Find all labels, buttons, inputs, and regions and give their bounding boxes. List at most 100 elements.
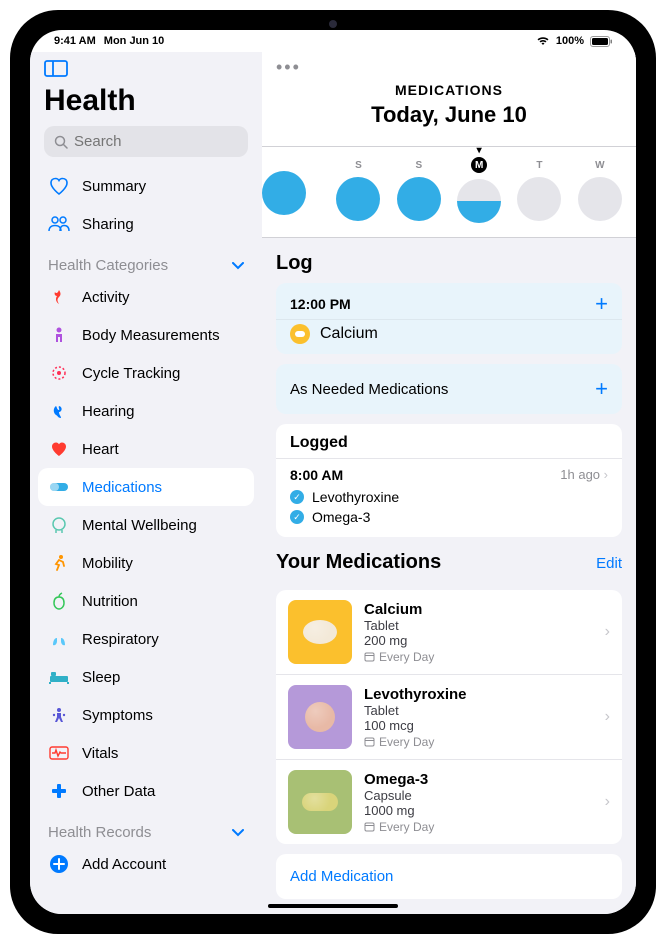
- more-icon[interactable]: •••: [276, 57, 301, 78]
- logged-card[interactable]: Logged 8:00 AM 1h ago › ✓Levothyroxine✓O…: [276, 424, 622, 537]
- log-title: Log: [276, 252, 622, 275]
- week-strip[interactable]: SSMTW: [262, 146, 636, 238]
- battery-icon: [590, 36, 612, 47]
- add-account-label: Add Account: [82, 856, 166, 873]
- sidebar-item-nutrition[interactable]: Nutrition: [38, 582, 254, 620]
- category-label: Other Data: [82, 783, 155, 800]
- sidebar-item-vitals[interactable]: Vitals: [38, 734, 254, 772]
- chevron-down-icon: [232, 829, 244, 837]
- medication-image: [288, 770, 352, 834]
- day-label: W: [595, 160, 604, 171]
- check-icon: ✓: [290, 510, 304, 524]
- category-label: Respiratory: [82, 631, 159, 648]
- sidebar-item-hearing[interactable]: Hearing: [38, 392, 254, 430]
- day-progress-circle: [262, 171, 306, 215]
- category-icon: [48, 704, 70, 726]
- sidebar: Health Summary: [30, 52, 262, 914]
- log-time: 12:00 PM: [290, 296, 351, 312]
- add-log-icon[interactable]: +: [595, 291, 608, 317]
- sidebar-item-body-measurements[interactable]: Body Measurements: [38, 316, 254, 354]
- day-progress-circle: [336, 177, 380, 221]
- search-input[interactable]: [74, 133, 262, 150]
- add-medication-button[interactable]: Add Medication: [276, 854, 622, 899]
- nav-label: Summary: [82, 178, 146, 195]
- medication-row[interactable]: Omega-3 Capsule 1000 mg Every Day ›: [276, 760, 622, 844]
- day-progress-circle: [457, 179, 501, 223]
- battery-percent: 100%: [556, 35, 584, 47]
- category-icon: [48, 666, 70, 688]
- main-panel: ••• MEDICATIONS Today, June 10 SSMTW Log…: [262, 52, 636, 914]
- home-indicator[interactable]: [268, 904, 398, 908]
- your-meds-title: Your Medications: [276, 551, 441, 574]
- medication-dose: 1000 mg: [364, 803, 593, 818]
- category-icon: [48, 552, 70, 574]
- log-pending-card[interactable]: 12:00 PM + Calcium: [276, 283, 622, 354]
- sidebar-item-activity[interactable]: Activity: [38, 278, 254, 316]
- chevron-right-icon: ›: [605, 708, 610, 726]
- sidebar-item-medications[interactable]: Medications: [38, 468, 254, 506]
- category-label: Mental Wellbeing: [82, 517, 197, 534]
- medication-row[interactable]: Calcium Tablet 200 mg Every Day ›: [276, 590, 622, 675]
- medication-frequency: Every Day: [364, 820, 593, 834]
- records-title: Health Records: [48, 824, 151, 841]
- category-icon: [48, 514, 70, 536]
- sidebar-item-mobility[interactable]: Mobility: [38, 544, 254, 582]
- wifi-icon: [536, 36, 550, 46]
- check-icon: ✓: [290, 490, 304, 504]
- categories-title: Health Categories: [48, 257, 168, 274]
- categories-header[interactable]: Health Categories: [30, 243, 262, 278]
- app-title: Health: [30, 78, 262, 126]
- records-list: Add Account: [30, 845, 262, 883]
- sidebar-item-sleep[interactable]: Sleep: [38, 658, 254, 696]
- category-icon: [48, 324, 70, 346]
- day-progress-circle: [397, 177, 441, 221]
- nav-sharing[interactable]: Sharing: [38, 205, 254, 243]
- today-title: Today, June 10: [262, 98, 636, 138]
- category-label: Sleep: [82, 669, 120, 686]
- medication-frequency: Every Day: [364, 650, 593, 664]
- day-label: S: [415, 160, 422, 171]
- medication-image: [288, 685, 352, 749]
- category-label: Body Measurements: [82, 327, 220, 344]
- day-label: S: [355, 160, 362, 171]
- as-needed-row[interactable]: As Needed Medications +: [276, 364, 622, 414]
- sidebar-item-cycle-tracking[interactable]: Cycle Tracking: [38, 354, 254, 392]
- category-label: Cycle Tracking: [82, 365, 180, 382]
- medication-form: Capsule: [364, 788, 593, 803]
- logged-med-item: ✓ Omega-3: [290, 507, 608, 527]
- day-column[interactable]: T: [512, 160, 566, 221]
- medications-list: Calcium Tablet 200 mg Every Day › Levoth…: [276, 590, 622, 844]
- day-progress-circle: [517, 177, 561, 221]
- medication-name: Calcium: [364, 601, 593, 618]
- chevron-right-icon: ›: [605, 793, 610, 811]
- day-column[interactable]: W: [573, 160, 627, 221]
- heart-outline-icon: [48, 175, 70, 197]
- day-label: T: [536, 160, 542, 171]
- category-icon: [48, 590, 70, 612]
- nav-top-list: Summary Sharing: [30, 167, 262, 243]
- add-as-needed-icon[interactable]: +: [595, 376, 608, 402]
- records-header[interactable]: Health Records: [30, 810, 262, 845]
- sidebar-item-mental-wellbeing[interactable]: Mental Wellbeing: [38, 506, 254, 544]
- category-label: Hearing: [82, 403, 135, 420]
- day-column[interactable]: [271, 165, 325, 215]
- day-column[interactable]: M: [452, 157, 506, 223]
- day-column[interactable]: S: [392, 160, 446, 221]
- nav-summary[interactable]: Summary: [38, 167, 254, 205]
- search-field[interactable]: [44, 126, 248, 157]
- medication-form: Tablet: [364, 703, 593, 718]
- logged-med-name: Omega-3: [312, 509, 370, 525]
- edit-button[interactable]: Edit: [596, 555, 622, 572]
- library-icon[interactable]: [44, 58, 248, 78]
- medication-dose: 200 mg: [364, 633, 593, 648]
- sidebar-item-symptoms[interactable]: Symptoms: [38, 696, 254, 734]
- day-progress-circle: [578, 177, 622, 221]
- add-account[interactable]: Add Account: [38, 845, 254, 883]
- nav-label: Sharing: [82, 216, 134, 233]
- sidebar-item-other-data[interactable]: Other Data: [38, 772, 254, 810]
- medication-row[interactable]: Levothyroxine Tablet 100 mcg Every Day ›: [276, 675, 622, 760]
- medication-name: Omega-3: [364, 771, 593, 788]
- sidebar-item-heart[interactable]: Heart: [38, 430, 254, 468]
- sidebar-item-respiratory[interactable]: Respiratory: [38, 620, 254, 658]
- day-column[interactable]: S: [331, 160, 385, 221]
